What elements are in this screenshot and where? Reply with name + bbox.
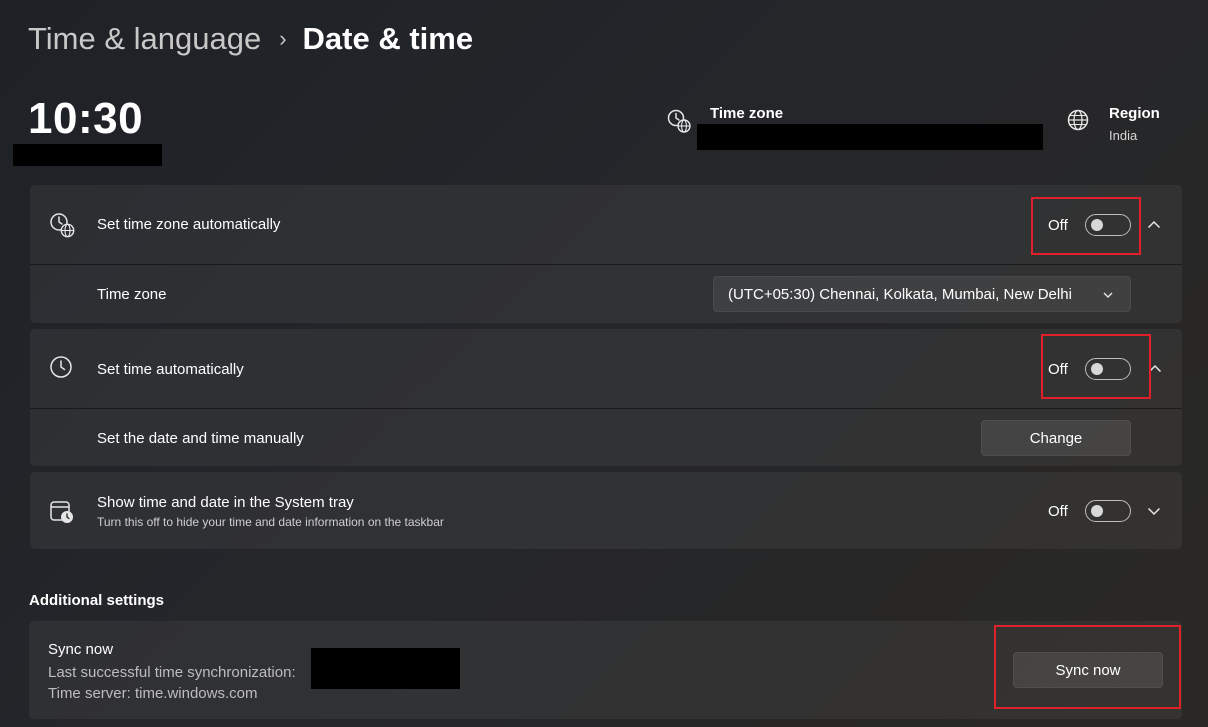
time-zone-card: Set time zone automatically Off Time zon… <box>30 185 1182 323</box>
highlight-box-time-auto <box>1041 334 1151 399</box>
current-time: 10:30 <box>28 94 144 143</box>
additional-settings-heading: Additional settings <box>29 592 164 609</box>
set-time-automatically-row: Set time automatically Off <box>30 329 1182 408</box>
breadcrumb-separator: › <box>279 26 287 51</box>
toggle-knob <box>1091 505 1103 517</box>
header-region-label: Region <box>1109 105 1160 122</box>
system-tray-card: Show time and date in the System tray Tu… <box>30 472 1182 549</box>
tray-toggle-state: Off <box>1048 503 1068 520</box>
globe-clock-icon <box>50 213 75 238</box>
set-time-zone-automatically-row: Set time zone automatically Off <box>30 185 1182 264</box>
redacted-time-zone-value <box>697 124 1043 150</box>
change-button[interactable]: Change <box>981 420 1131 456</box>
time-zone-dropdown[interactable]: (UTC+05:30) Chennai, Kolkata, Mumbai, Ne… <box>713 276 1131 312</box>
highlight-box-tz-auto <box>1031 197 1141 255</box>
set-time-zone-automatically-label: Set time zone automatically <box>97 216 281 233</box>
breadcrumb: Time & language › Date & time <box>28 18 473 60</box>
highlight-box-sync-now <box>994 625 1181 709</box>
set-time-automatically-label: Set time automatically <box>97 361 244 378</box>
time-server-text: Time server: time.windows.com <box>48 685 258 702</box>
clock-icon <box>50 356 72 378</box>
redacted-last-sync-time <box>311 648 460 689</box>
manual-date-time-row: Set the date and time manually Change <box>30 408 1182 466</box>
globe-clock-icon <box>667 109 691 133</box>
sync-now-title: Sync now <box>48 641 114 658</box>
system-tray-description: Turn this off to hide your time and date… <box>97 515 444 529</box>
system-tray-toggle[interactable] <box>1085 500 1131 522</box>
globe-icon <box>1067 109 1089 131</box>
last-sync-label: Last successful time synchronization: <box>48 664 296 681</box>
system-tray-label: Show time and date in the System tray <box>97 494 354 511</box>
chevron-up-icon[interactable] <box>1146 217 1162 233</box>
header-region-value: India <box>1109 128 1138 143</box>
page-title: Date & time <box>302 21 474 56</box>
time-zone-row: Time zone (UTC+05:30) Chennai, Kolkata, … <box>30 264 1182 323</box>
redacted-date <box>13 144 162 166</box>
time-zone-label: Time zone <box>97 286 167 303</box>
header-time-zone-label: Time zone <box>710 105 784 122</box>
chevron-down-icon <box>1103 292 1113 298</box>
breadcrumb-parent-link[interactable]: Time & language <box>28 21 261 57</box>
calendar-clock-icon <box>50 501 73 523</box>
time-zone-selected-value: (UTC+05:30) Chennai, Kolkata, Mumbai, Ne… <box>728 285 1072 303</box>
set-time-card: Set time automatically Off Set the date … <box>30 329 1182 466</box>
manual-date-time-label: Set the date and time manually <box>97 430 304 447</box>
chevron-down-icon[interactable] <box>1146 503 1162 519</box>
